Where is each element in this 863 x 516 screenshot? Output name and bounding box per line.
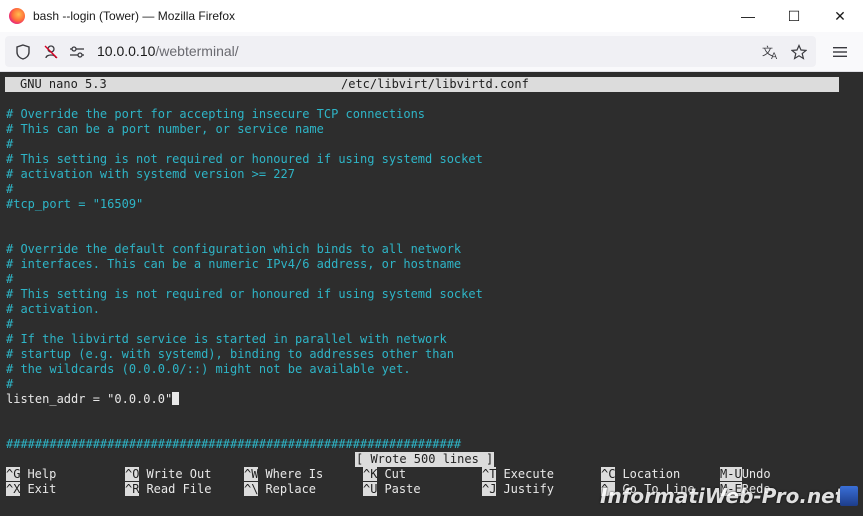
shortcut-key: ^T	[482, 467, 497, 481]
navigation-toolbar: 10.0.0.10/webterminal/ 文A	[0, 32, 863, 72]
shield-icon[interactable]	[13, 36, 33, 67]
editor-line: # the wildcards (0.0.0.0/::) might not b…	[6, 362, 411, 376]
shortcut-key: ^O	[125, 467, 140, 481]
nano-shortcut: ^K Cut	[363, 467, 406, 482]
web-terminal[interactable]: GNU nano 5.3 /etc/libvirt/libvirtd.conf …	[0, 72, 863, 516]
shortcut-key: ^C	[601, 467, 616, 481]
nano-shortcut: ^C Location	[601, 467, 680, 482]
url-text[interactable]: 10.0.0.10/webterminal/	[97, 36, 239, 67]
permissions-icon[interactable]	[41, 36, 61, 67]
url-host: 10.0.0.10	[97, 43, 156, 59]
editor-line: # Override the port for accepting insecu…	[6, 107, 426, 121]
shortcut-key: ^\	[244, 482, 259, 496]
editor-line: # This can be a port number, or service …	[6, 122, 324, 136]
shortcut-key: ^G	[6, 467, 21, 481]
nano-shortcut: M-UUndo	[720, 467, 771, 482]
editor-line: #	[6, 137, 14, 151]
text-cursor	[172, 392, 180, 405]
watermark-text: InformatiWeb-Pro.net	[600, 484, 845, 508]
shortcut-label: Paste	[384, 482, 421, 496]
shortcut-label: Exit	[27, 482, 57, 496]
shortcut-label: Read File	[146, 482, 212, 496]
nano-shortcut: ^W Where Is	[244, 467, 323, 482]
maximize-button[interactable]: ☐	[771, 0, 817, 32]
shortcut-key: ^J	[482, 482, 497, 496]
watermark-logo-icon	[840, 486, 858, 506]
shortcut-key: ^R	[125, 482, 140, 496]
shortcut-key: ^W	[244, 467, 259, 481]
nano-header-bar: GNU nano 5.3 /etc/libvirt/libvirtd.conf	[5, 77, 839, 92]
editor-line: #tcp_port = "16509"	[6, 197, 144, 211]
shortcut-label: Location	[622, 467, 681, 481]
shortcut-key: ^K	[363, 467, 378, 481]
minimize-button[interactable]: —	[725, 0, 771, 32]
minimize-icon: —	[741, 8, 755, 24]
nano-shortcut: ^G Help	[6, 467, 56, 482]
bookmark-star-icon[interactable]	[787, 36, 811, 67]
shortcut-key: M-U	[720, 467, 742, 481]
nano-shortcut: ^T Execute	[482, 467, 554, 482]
editor-line: ########################################…	[6, 437, 462, 451]
nano-shortcut: ^R Read File	[125, 482, 211, 497]
nano-version: GNU nano 5.3	[20, 77, 107, 91]
editor-line: # startup (e.g. with systemd), binding t…	[6, 347, 454, 361]
editor-line: #	[6, 377, 14, 391]
firefox-logo-icon	[9, 8, 25, 24]
url-path: /webterminal/	[155, 43, 239, 59]
window-titlebar: bash --login (Tower) — Mozilla Firefox —…	[0, 0, 863, 32]
window-controls: — ☐ ✕	[725, 0, 863, 32]
url-bar[interactable]: 10.0.0.10/webterminal/ 文A	[5, 36, 816, 67]
shortcut-label: Write Out	[146, 467, 212, 481]
editor-line: # If the libvirtd service is started in …	[6, 332, 447, 346]
editor-line: # This setting is not required or honour…	[6, 152, 483, 166]
editor-line: # Override the default configuration whi…	[6, 242, 462, 256]
editor-line: #	[6, 272, 14, 286]
editor-line: # activation.	[6, 302, 100, 316]
editor-line: #	[6, 317, 14, 331]
nano-shortcut: ^X Exit	[6, 482, 56, 497]
shortcut-label: Execute	[503, 467, 555, 481]
nano-shortcut: ^J Justify	[482, 482, 554, 497]
nano-shortcut: ^\ Replace	[244, 482, 316, 497]
svg-text:A: A	[771, 52, 778, 60]
shortcut-label: Cut	[384, 467, 407, 481]
nano-filename: /etc/libvirt/libvirtd.conf	[341, 77, 529, 91]
connection-icon[interactable]	[67, 36, 87, 67]
close-button[interactable]: ✕	[817, 0, 863, 32]
editor-line: # This setting is not required or honour…	[6, 287, 483, 301]
shortcut-label: Help	[27, 467, 57, 481]
shortcut-key: ^U	[363, 482, 378, 496]
nano-shortcut: ^U Paste	[363, 482, 421, 497]
window-title: bash --login (Tower) — Mozilla Firefox	[33, 9, 236, 23]
shortcut-key: ^X	[6, 482, 21, 496]
shortcut-label: Undo	[741, 467, 771, 481]
hamburger-menu-icon[interactable]	[826, 36, 854, 67]
editor-line: # interfaces. This can be a numeric IPv4…	[6, 257, 462, 271]
shortcut-label: Justify	[503, 482, 555, 496]
editor-line: #	[6, 182, 14, 196]
terminal-scrollbar[interactable]	[841, 72, 863, 516]
close-icon: ✕	[834, 7, 846, 24]
editor-line: # activation with systemd version >= 227	[6, 167, 295, 181]
nano-status-message: [ Wrote 500 lines ]	[355, 452, 495, 467]
translate-icon[interactable]: 文A	[759, 36, 783, 67]
editor-line: listen_addr = "0.0.0.0"	[6, 392, 180, 407]
shortcut-label: Where Is	[265, 467, 324, 481]
maximize-icon: ☐	[787, 7, 801, 24]
shortcut-label: Replace	[265, 482, 317, 496]
nano-shortcut: ^O Write Out	[125, 467, 211, 482]
